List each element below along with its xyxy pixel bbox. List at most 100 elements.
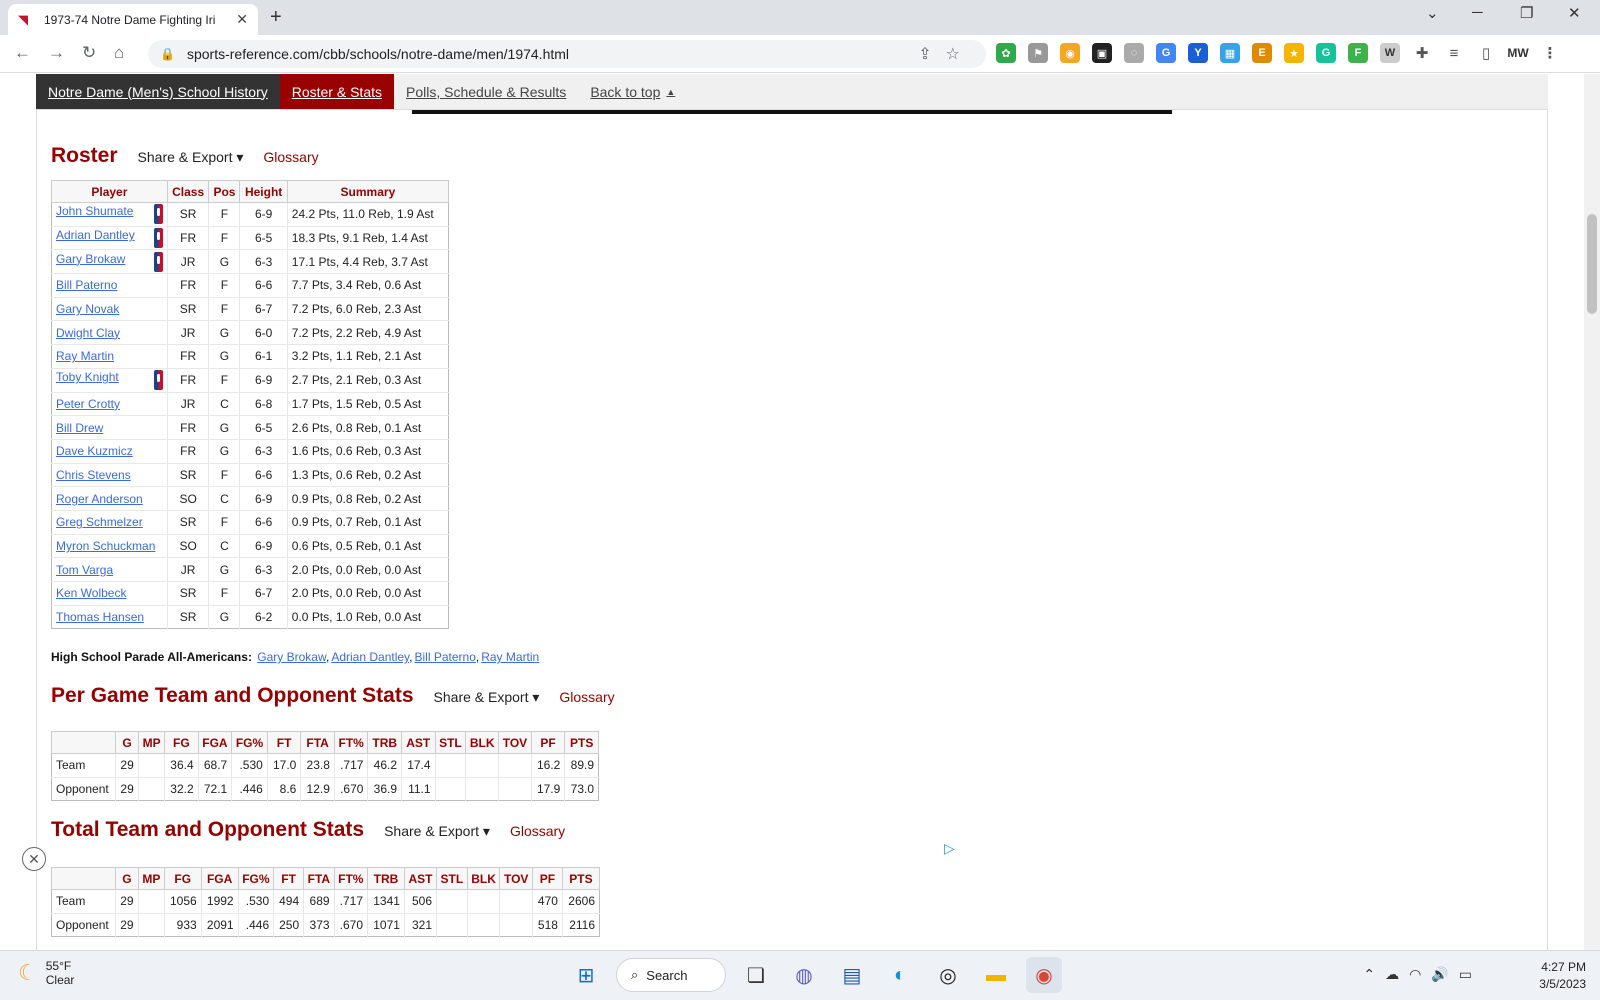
extension-7-icon[interactable]: Y [1188,43,1208,63]
extension-8-icon[interactable]: ▦ [1220,43,1240,63]
totals-col-header[interactable]: PF [531,867,563,890]
totals-col-header[interactable]: AST [403,867,438,890]
ad-choices-icon[interactable]: ▷ [944,840,955,857]
ad-close-icon[interactable]: ✕ [22,847,46,871]
per_game-col-header[interactable]: FT% [333,731,369,754]
forward-icon[interactable]: → [48,43,65,63]
per-game-glossary-link[interactable]: Glossary [559,689,614,705]
minimize-icon[interactable]: ─ [1472,4,1483,21]
player-name-link[interactable]: Gary Novak [56,302,119,316]
player-name-link[interactable]: Ray Martin [56,349,114,363]
nba-logo-icon[interactable] [153,228,163,249]
nba-logo-icon[interactable] [153,370,163,391]
totals-col-header[interactable]: FG [163,867,202,890]
browser-tab[interactable]: ◥ 1973-74 Notre Dame Fighting Iri ✕ [8,4,258,35]
reload-icon[interactable]: ↻ [82,43,96,63]
new-tab-icon[interactable]: + [270,6,282,29]
totals-col-header[interactable]: TRB [367,867,405,890]
player-name-link[interactable]: Bill Drew [56,421,103,435]
per_game-col-header[interactable]: G [114,731,140,754]
player-name-link[interactable]: Gary Brokaw [56,252,125,266]
player-name-link[interactable]: Tom Varga [56,563,113,577]
player-name-link[interactable]: Adrian Dantley [56,228,135,242]
per_game-col-header[interactable]: MP [138,731,166,754]
player-name-link[interactable]: Peter Crotty [56,397,120,411]
roster-share-export-button[interactable]: Share & Export ▾ [138,149,244,166]
per-game-share-export-button[interactable]: Share & Export ▾ [434,689,540,706]
totals-col-header[interactable]: FG% [237,867,275,890]
totals-glossary-link[interactable]: Glossary [510,823,565,839]
player-cell[interactable]: Chris Stevens [51,462,168,487]
player-cell[interactable]: Ken Wolbeck [51,581,168,606]
player-cell[interactable]: Bill Paterno [51,273,168,298]
extensions-puzzle-icon[interactable]: ✚ [1412,43,1432,63]
parade-player-link[interactable]: Adrian Dantley [331,650,409,664]
totals-share-export-button[interactable]: Share & Export ▾ [384,823,490,840]
system-tray-icons[interactable]: ⌃☁◠🔊▭ [1363,966,1482,983]
extension-4-icon[interactable]: ▣ [1092,43,1112,63]
player-cell[interactable]: Toby Knight [51,367,168,392]
player-name-link[interactable]: Roger Anderson [56,492,143,506]
per_game-col-header[interactable]: BLK [465,731,500,754]
per_game-col-header[interactable]: AST [401,731,436,754]
side-panel-icon[interactable]: ▯ [1476,43,1496,63]
scrollbar-thumb[interactable] [1587,214,1597,314]
player-name-link[interactable]: Dwight Clay [56,326,120,340]
player-cell[interactable]: Gary Brokaw [51,249,168,274]
extension-5-icon[interactable]: ◌ [1124,43,1144,63]
player-cell[interactable]: Adrian Dantley [51,225,168,250]
start-windows-icon[interactable]: ⊞ [568,957,604,993]
address-bar[interactable]: 🔒 sports-reference.com/cbb/schools/notre… [148,40,986,68]
nav-polls-schedule[interactable]: Polls, Schedule & Results [394,74,578,109]
player-cell[interactable]: Dave Kuzmicz [51,438,168,464]
player-name-link[interactable]: Ken Wolbeck [56,586,126,600]
file-explorer-icon[interactable]: ▬ [978,957,1014,993]
grammarly-extension-icon[interactable]: G [1316,43,1336,63]
taskbar-clock[interactable]: 4:27 PM 3/5/2023 [1539,959,1586,993]
player-name-link[interactable]: Dave Kuzmicz [56,444,133,458]
player-name-link[interactable]: Bill Paterno [56,278,117,292]
weather-widget[interactable]: ☾ 55°F Clear [18,959,74,987]
roster-col-header[interactable]: Player [51,180,168,203]
roster-col-header[interactable]: Height [239,180,288,203]
edge-icon[interactable]: ◐ [882,957,918,993]
browser-menu-icon[interactable]: ⋮ [1540,43,1560,63]
evernote-extension-icon[interactable]: ✿ [996,43,1016,63]
nav-back-to-top[interactable]: Back to top ▲ [578,74,687,109]
star-extension-icon[interactable]: ★ [1284,43,1304,63]
player-name-link[interactable]: Myron Schuckman [56,539,155,553]
exif-extension-icon[interactable]: E [1252,43,1272,63]
extension-12-icon[interactable]: F [1348,43,1368,63]
extension-2-icon[interactable]: ⚑ [1028,43,1048,63]
parade-player-link[interactable]: Bill Paterno [415,650,476,664]
player-name-link[interactable]: Greg Schmelzer [56,515,143,529]
wikipedia-extension-icon[interactable]: W [1380,43,1400,63]
totals-col-header[interactable]: FTA [303,867,335,890]
site-info-icon[interactable]: 🔒 [160,47,175,61]
player-cell[interactable]: Myron Schuckman [51,533,168,558]
totals-col-header[interactable]: STL [436,867,468,890]
roster-glossary-link[interactable]: Glossary [263,149,318,165]
player-cell[interactable]: Greg Schmelzer [51,509,168,535]
per_game-col-header[interactable]: FGA [197,731,233,754]
parade-player-link[interactable]: Gary Brokaw [257,650,326,664]
per_game-col-header[interactable]: TOV [498,731,532,754]
totals-col-header[interactable]: FT [273,867,305,890]
per_game-col-header[interactable]: PF [530,731,566,754]
roster-col-header[interactable]: Pos [208,180,241,203]
per_game-col-header[interactable] [51,731,116,754]
per_game-col-header[interactable]: STL [434,731,467,754]
nba-logo-icon[interactable] [153,251,163,272]
chrome-icon[interactable]: ◉ [1026,957,1062,993]
per_game-col-header[interactable]: PTS [564,731,599,754]
tab-close-icon[interactable]: ✕ [236,11,248,28]
totals-col-header[interactable]: BLK [466,867,501,890]
roster-col-header[interactable]: Summary [286,180,450,203]
profile-avatar[interactable]: MW [1507,43,1529,63]
reading-list-icon[interactable]: ≡ [1444,43,1464,63]
tab-search-icon[interactable]: ⌄ [1426,4,1439,22]
page-scrollbar[interactable] [1584,74,1600,950]
nba-logo-icon[interactable] [153,204,163,225]
rss-extension-icon[interactable]: ◉ [1060,43,1080,63]
task-view-icon[interactable]: ❏ [738,957,774,993]
